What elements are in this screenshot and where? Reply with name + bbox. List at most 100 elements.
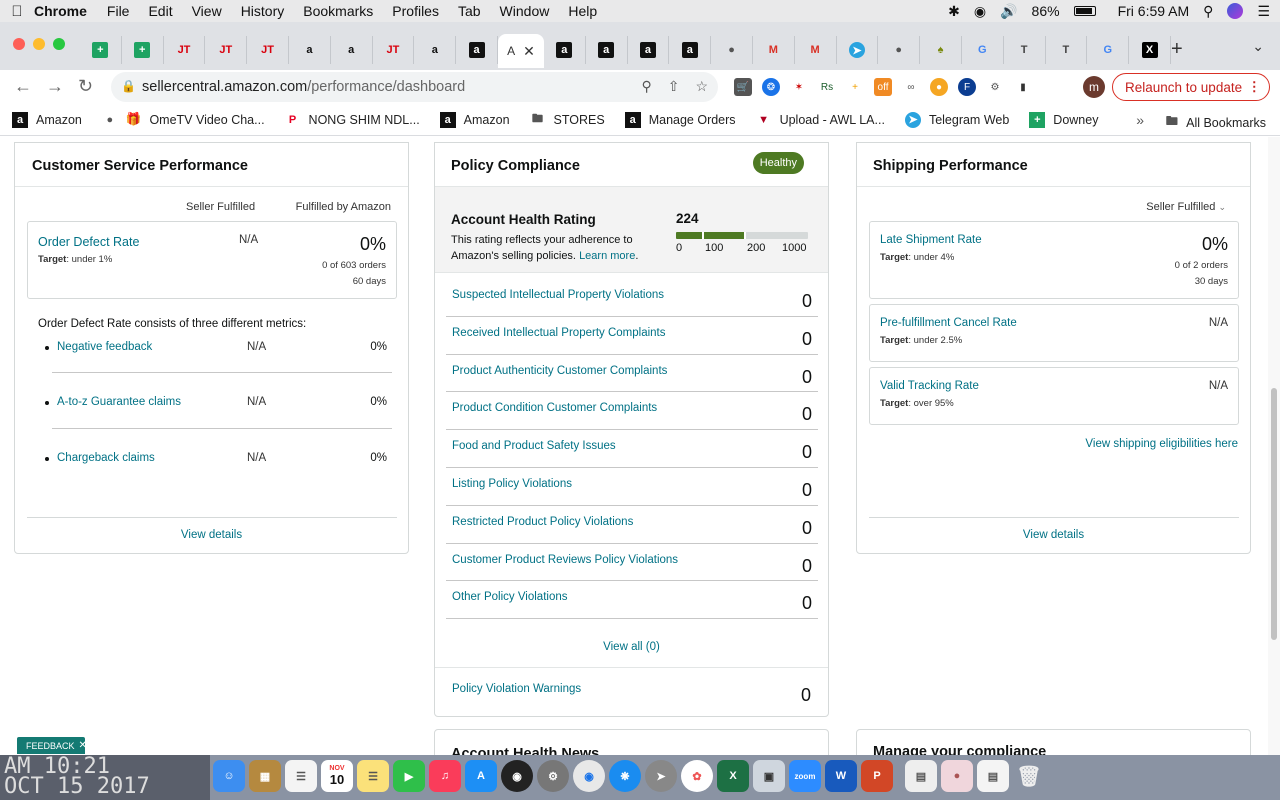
policy-violation-row[interactable]: Other Policy Violations 0 — [446, 581, 818, 620]
policy-violation-row[interactable]: Suspected Intellectual Property Violatio… — [446, 279, 818, 317]
tab[interactable]: G — [962, 36, 1004, 64]
learn-more-link[interactable]: Learn more — [579, 250, 635, 262]
bookmark-star-icon[interactable]: ☆ — [695, 78, 708, 95]
notes-icon[interactable]: ☰ — [357, 760, 389, 792]
more-bookmarks-icon[interactable]: » — [1136, 112, 1144, 128]
view-all-link[interactable]: View all (0) — [435, 641, 828, 653]
chrome-icon[interactable]: ◉ — [573, 760, 605, 792]
policy-violation-row[interactable]: Product Condition Customer Complaints 0 — [446, 392, 818, 431]
word-icon[interactable]: W — [825, 760, 857, 792]
policy-violation-row[interactable]: Product Authenticity Customer Complaints… — [446, 355, 818, 393]
system-preferences-icon[interactable]: ⚙ — [537, 760, 569, 792]
chargeback-claims-link[interactable]: Chargeback claims — [57, 452, 155, 464]
close-icon[interactable]: ✕ — [79, 740, 87, 751]
launchpad-icon[interactable]: ➤ — [645, 760, 677, 792]
reminders-icon[interactable]: ☰ — [285, 760, 317, 792]
bluetooth-icon[interactable]: ✱ — [948, 3, 960, 20]
cancel-rate-link[interactable]: Pre-fulfillment Cancel Rate — [880, 317, 1017, 329]
menu-view[interactable]: View — [192, 3, 222, 19]
tab[interactable]: ● — [711, 36, 753, 64]
forward-icon[interactable]: → — [46, 76, 64, 97]
policy-violation-link[interactable]: Listing Policy Violations — [452, 478, 572, 490]
tab[interactable]: ➤ — [837, 36, 879, 64]
volume-icon[interactable]: 🔊 — [1000, 3, 1017, 20]
facetime-icon[interactable]: ▶ — [393, 760, 425, 792]
tab[interactable]: JT — [247, 36, 289, 64]
safari-icon[interactable]: ❋ — [609, 760, 641, 792]
ext-cart-off-icon[interactable]: 🛒 — [734, 78, 752, 96]
tab[interactable]: JT — [164, 36, 206, 64]
a-to-z-claims-link[interactable]: A-to-z Guarantee claims — [57, 396, 181, 408]
late-shipment-rate-link[interactable]: Late Shipment Rate — [880, 234, 982, 246]
tab[interactable]: + — [80, 36, 122, 64]
address-bar[interactable]: 🔒 sellercentral.amazon.com/performance/d… — [111, 72, 718, 102]
document-icon[interactable]: ▤ — [905, 760, 937, 792]
policy-violation-link[interactable]: Product Condition Customer Complaints — [452, 402, 657, 414]
wifi-icon[interactable]: ◉ — [974, 3, 986, 20]
tab[interactable]: a — [628, 36, 670, 64]
bookmark-ometv[interactable]: ● 🎁 OmeTV Video Cha... — [102, 112, 265, 128]
calendar-icon[interactable]: NOV 10 — [321, 760, 353, 792]
ext-plus-icon[interactable]: + — [846, 78, 864, 96]
policy-violation-link[interactable]: Customer Product Reviews Policy Violatio… — [452, 554, 678, 566]
tab[interactable]: X — [1129, 36, 1171, 64]
preview-icon[interactable]: ▣ — [753, 760, 785, 792]
view-details-link[interactable]: View details — [857, 529, 1250, 541]
bookmark-amazon[interactable]: a Amazon — [12, 111, 82, 128]
scrollbar-thumb[interactable] — [1271, 388, 1277, 640]
tab[interactable]: a — [456, 36, 498, 64]
tab[interactable]: a — [586, 36, 628, 64]
menu-tab[interactable]: Tab — [458, 3, 481, 19]
bookmark-stores[interactable]: 🖿 STORES — [530, 112, 605, 128]
siri-icon[interactable] — [1227, 3, 1244, 19]
ext-orange-icon[interactable]: ● — [930, 78, 948, 96]
tab[interactable]: JT — [205, 36, 248, 64]
relaunch-update-button[interactable]: Relaunch to update ⋮ — [1112, 73, 1270, 101]
bookmark-downey[interactable]: + Downey — [1029, 111, 1098, 128]
shipping-eligibilities-link[interactable]: View shipping eligibilities here — [1085, 438, 1238, 450]
policy-violation-row[interactable]: Customer Product Reviews Policy Violatio… — [446, 544, 818, 582]
menu-history[interactable]: History — [241, 3, 285, 19]
menu-file[interactable]: File — [107, 3, 130, 19]
powerpoint-icon[interactable]: P — [861, 760, 893, 792]
kebab-menu-icon[interactable]: ⋮ — [1248, 79, 1262, 95]
photos-icon[interactable]: ✿ — [681, 760, 713, 792]
lock-icon[interactable]: 🔒 — [121, 79, 136, 93]
url-text[interactable]: sellercentral.amazon.com/performance/das… — [142, 79, 465, 95]
policy-violation-row[interactable]: Listing Policy Violations 0 — [446, 468, 818, 506]
tab[interactable]: a — [289, 36, 331, 64]
sidepanel-icon[interactable]: ▮ — [1014, 78, 1032, 96]
menu-profiles[interactable]: Profiles — [392, 3, 439, 19]
tab-search-chevron-icon[interactable]: ⌄ — [1252, 38, 1264, 55]
valid-tracking-rate-link[interactable]: Valid Tracking Rate — [880, 380, 979, 392]
policy-violation-link[interactable]: Food and Product Safety Issues — [452, 440, 616, 452]
tab[interactable]: JT — [373, 36, 415, 64]
bookmark-amazon-2[interactable]: a Amazon — [439, 111, 510, 128]
ext-link-icon[interactable]: ∞ — [902, 78, 920, 96]
bookmark-telegram[interactable]: ➤ Telegram Web — [904, 111, 1009, 128]
tab[interactable]: a — [544, 36, 586, 64]
tab[interactable]: T — [1046, 36, 1088, 64]
policy-violation-link[interactable]: Product Authenticity Customer Complaints — [452, 365, 667, 377]
policy-violation-link[interactable]: Received Intellectual Property Complaint… — [452, 327, 666, 339]
ext-f-icon[interactable]: F — [958, 78, 976, 96]
profile-avatar[interactable]: m — [1083, 76, 1105, 98]
excel-icon[interactable]: X — [717, 760, 749, 792]
menu-edit[interactable]: Edit — [148, 3, 172, 19]
reload-icon[interactable]: ↻ — [78, 76, 93, 97]
policy-violation-row[interactable]: Restricted Product Policy Violations 0 — [446, 506, 818, 544]
negative-feedback-link[interactable]: Negative feedback — [57, 341, 152, 353]
tab[interactable]: a — [414, 36, 457, 64]
menu-help[interactable]: Help — [568, 3, 597, 19]
ext-blue-icon[interactable]: ❂ — [762, 78, 780, 96]
finder-icon[interactable]: ☺ — [213, 760, 245, 792]
menu-bookmarks[interactable]: Bookmarks — [303, 3, 373, 19]
tab[interactable]: T — [1004, 36, 1046, 64]
siri-icon[interactable]: ◉ — [501, 760, 533, 792]
battery-icon[interactable] — [1073, 6, 1096, 16]
bookmark-manage-orders[interactable]: a Manage Orders — [624, 111, 736, 128]
menu-window[interactable]: Window — [500, 3, 550, 19]
feedback-tab[interactable]: FEEDBACK ✕ — [17, 737, 87, 754]
page-scrollbar[interactable] — [1268, 137, 1280, 755]
trash-icon[interactable]: 🗑 — [1013, 760, 1045, 792]
